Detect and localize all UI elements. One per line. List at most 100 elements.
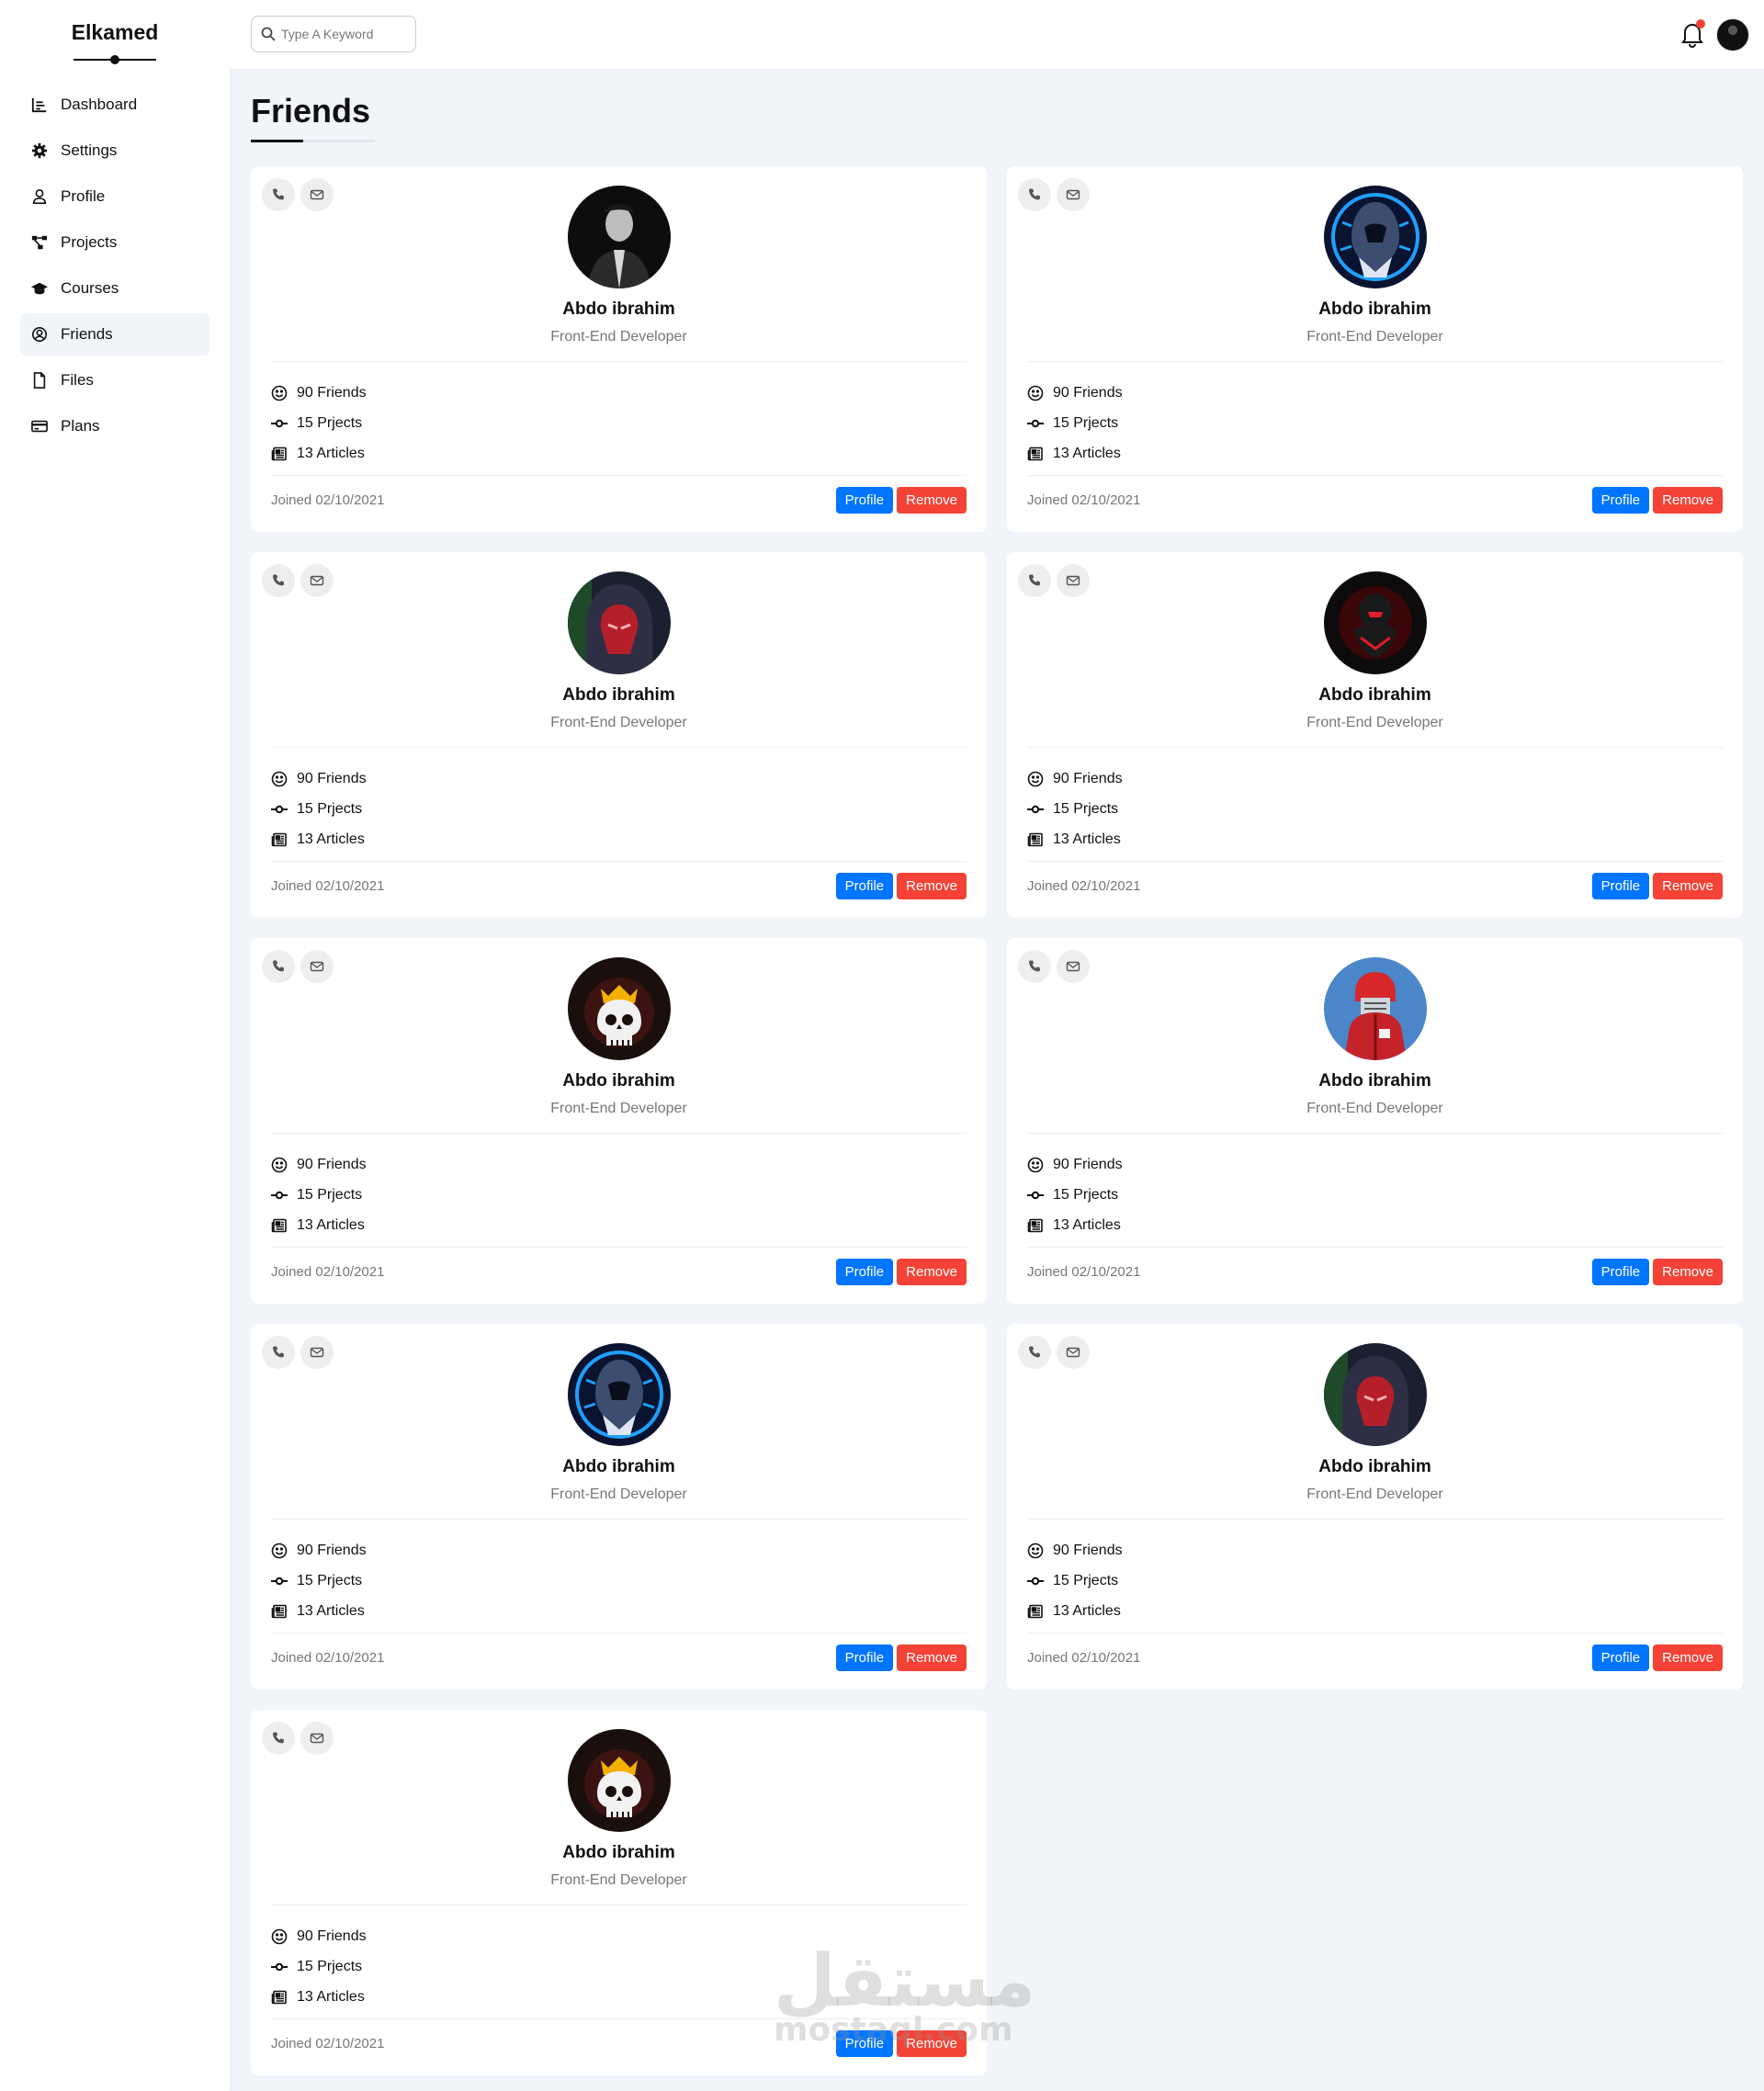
profile-button[interactable]: Profile — [1591, 872, 1650, 899]
remove-button[interactable]: Remove — [897, 1644, 967, 1671]
call-button[interactable] — [262, 564, 295, 597]
email-button[interactable] — [1057, 950, 1090, 983]
stat-friends-label: 90 Friends — [1053, 770, 1123, 786]
email-button[interactable] — [300, 564, 334, 597]
profile-button[interactable]: Profile — [835, 1644, 894, 1671]
newspaper-icon — [1027, 1218, 1043, 1232]
sidebar-item-settings[interactable]: Settings — [20, 130, 209, 172]
profile-button[interactable]: Profile — [1591, 486, 1650, 514]
divider — [271, 1133, 967, 1134]
email-button[interactable] — [1057, 178, 1090, 211]
card-footer: Joined 02/10/2021 Profile Remove — [1027, 872, 1723, 899]
call-button[interactable] — [262, 178, 295, 211]
stat-projects-label: 15 Prjects — [297, 1186, 363, 1203]
divider — [1027, 361, 1723, 362]
notification-badge — [1696, 19, 1705, 28]
stat-projects: 15 Prjects — [271, 794, 367, 824]
stat-projects: 15 Prjects — [271, 1951, 367, 1982]
stat-projects-label: 15 Prjects — [1053, 1572, 1119, 1588]
remove-button[interactable]: Remove — [1653, 872, 1723, 899]
stat-projects: 15 Prjects — [271, 408, 367, 438]
stat-projects: 15 Prjects — [1027, 1180, 1123, 1210]
sidebar-item-projects[interactable]: Projects — [20, 221, 209, 264]
remove-button[interactable]: Remove — [897, 486, 967, 514]
card-footer: Joined 02/10/2021 Profile Remove — [271, 1258, 967, 1285]
call-button[interactable] — [1018, 564, 1051, 597]
call-button[interactable] — [262, 950, 295, 983]
friend-stats: 90 Friends 15 Prjects 13 Articles — [271, 763, 367, 854]
remove-button[interactable]: Remove — [1653, 1258, 1723, 1285]
stat-friends-label: 90 Friends — [297, 1927, 367, 1944]
friend-stats: 90 Friends 15 Prjects 13 Articles — [1027, 763, 1123, 854]
friend-avatar — [1323, 1343, 1427, 1446]
card-footer: Joined 02/10/2021 Profile Remove — [1027, 486, 1723, 514]
sidebar-item-label: Settings — [61, 141, 118, 159]
call-button[interactable] — [262, 1722, 295, 1755]
profile-button[interactable]: Profile — [835, 486, 894, 514]
mail-icon — [310, 1347, 324, 1358]
sidebar-item-files[interactable]: Files — [20, 359, 209, 401]
card-contact-actions — [1018, 178, 1090, 211]
git-commit-icon — [271, 1962, 288, 1971]
card-buttons: Profile Remove — [1591, 486, 1723, 514]
friend-stats: 90 Friends 15 Prjects 13 Articles — [1027, 378, 1123, 469]
card-footer: Joined 02/10/2021 Profile Remove — [271, 486, 967, 514]
sidebar-item-dashboard[interactable]: Dashboard — [20, 84, 209, 126]
profile-button[interactable]: Profile — [835, 1258, 894, 1285]
sidebar-item-friends[interactable]: Friends — [20, 313, 209, 356]
mail-icon — [1066, 961, 1080, 972]
card-buttons: Profile Remove — [835, 872, 967, 899]
card-contact-actions — [1018, 564, 1090, 597]
mail-icon — [1066, 1347, 1080, 1358]
friend-role: Front-End Developer — [1306, 1486, 1443, 1502]
remove-button[interactable]: Remove — [897, 1258, 967, 1285]
email-button[interactable] — [300, 950, 334, 983]
remove-button[interactable]: Remove — [897, 872, 967, 899]
sidebar-item-profile[interactable]: Profile — [20, 175, 209, 218]
friend-card-4: Abdo ibrahim Front-End Developer 90 Frie… — [1007, 552, 1743, 918]
sidebar-item-courses[interactable]: Courses — [20, 267, 209, 310]
email-button[interactable] — [300, 1336, 334, 1369]
joined-date: Joined 02/10/2021 — [271, 1649, 385, 1666]
card-footer: Joined 02/10/2021 Profile Remove — [271, 1644, 967, 1671]
search-box[interactable] — [251, 16, 416, 52]
profile-button[interactable]: Profile — [1591, 1644, 1650, 1671]
remove-button[interactable]: Remove — [1653, 1644, 1723, 1671]
sidebar: Elkamed Dashboard Settings Profile Proje… — [0, 0, 230, 2091]
smile-icon — [271, 1157, 288, 1172]
friend-avatar — [567, 957, 671, 1060]
newspaper-icon — [1027, 832, 1043, 846]
stat-projects-label: 15 Prjects — [297, 414, 363, 431]
call-button[interactable] — [1018, 950, 1051, 983]
notification-bell[interactable] — [1679, 19, 1705, 48]
joined-date: Joined 02/10/2021 — [271, 1263, 385, 1280]
friend-stats: 90 Friends 15 Prjects 13 Articles — [1027, 1535, 1123, 1626]
email-button[interactable] — [300, 178, 334, 211]
call-button[interactable] — [1018, 178, 1051, 211]
profile-button[interactable]: Profile — [835, 872, 894, 899]
friend-card-1: Abdo ibrahim Front-End Developer 90 Frie… — [251, 166, 987, 532]
call-button[interactable] — [1018, 1336, 1051, 1369]
email-button[interactable] — [1057, 564, 1090, 597]
sidebar-item-label: Profile — [61, 187, 106, 205]
stat-friends: 90 Friends — [1027, 1535, 1123, 1565]
card-footer: Joined 02/10/2021 Profile Remove — [271, 872, 967, 899]
sidebar-item-label: Projects — [61, 233, 118, 251]
email-button[interactable] — [1057, 1336, 1090, 1369]
remove-button[interactable]: Remove — [1653, 486, 1723, 514]
email-button[interactable] — [300, 1722, 334, 1755]
friend-name: Abdo ibrahim — [562, 1457, 675, 1476]
search-input[interactable] — [281, 27, 401, 41]
page-title-underline — [251, 140, 375, 142]
stat-projects: 15 Prjects — [1027, 794, 1123, 824]
friend-role: Front-End Developer — [550, 1486, 687, 1502]
divider — [1027, 1519, 1723, 1520]
profile-button[interactable]: Profile — [1591, 1258, 1650, 1285]
sidebar-item-plans[interactable]: Plans — [20, 405, 209, 447]
user-avatar[interactable] — [1716, 18, 1749, 51]
divider — [1027, 475, 1723, 476]
card-buttons: Profile Remove — [835, 486, 967, 514]
call-button[interactable] — [262, 1336, 295, 1369]
gear-icon — [31, 142, 48, 159]
joined-date: Joined 02/10/2021 — [1027, 1649, 1141, 1666]
